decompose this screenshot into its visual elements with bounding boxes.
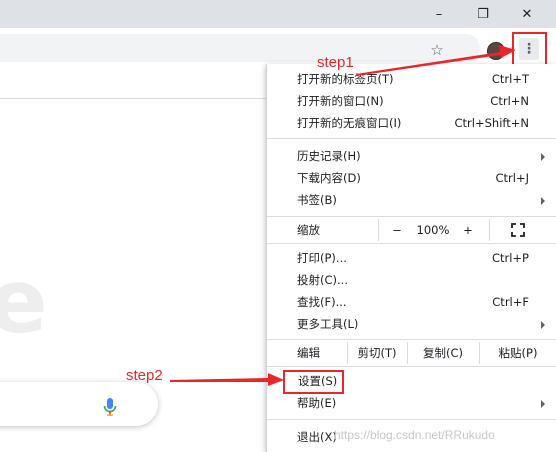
- menu-item-cast[interactable]: 投射(C)...: [297, 270, 348, 290]
- menu-item-print[interactable]: 打印(P)...: [297, 248, 347, 268]
- zoom-divider: [489, 219, 490, 241]
- browser-toolbar: ☆: [0, 28, 556, 68]
- submenu-arrow-icon: [541, 153, 545, 161]
- zoom-label: 缩放: [297, 223, 320, 237]
- menu-separator: [267, 366, 556, 367]
- menu-item-history[interactable]: 历史记录(H): [297, 146, 361, 166]
- menu-separator: [267, 419, 556, 420]
- step1-highlight-box: [512, 32, 547, 67]
- shortcut-print: Ctrl+P: [491, 251, 529, 265]
- menu-separator: [267, 243, 556, 244]
- menu-item-new-tab[interactable]: 打开新的标签页(T): [297, 69, 394, 89]
- menu-item-help[interactable]: 帮助(E): [297, 393, 336, 413]
- cut-button[interactable]: 剪切(T): [348, 342, 406, 364]
- menu-item-downloads[interactable]: 下载内容(D): [297, 168, 361, 188]
- copy-button[interactable]: 复制(C): [408, 342, 478, 364]
- address-bar[interactable]: ☆: [0, 34, 480, 62]
- shortcut-new-incognito: Ctrl+Shift+N: [454, 116, 529, 130]
- avatar[interactable]: [487, 42, 505, 60]
- menu-item-exit[interactable]: 退出(X): [297, 427, 337, 447]
- zoom-out-button[interactable]: −: [379, 219, 415, 241]
- zoom-level: 100%: [416, 223, 450, 237]
- menu-item-more-tools[interactable]: 更多工具(L): [297, 314, 358, 334]
- shortcut-downloads: Ctrl+J: [495, 171, 530, 185]
- menu-separator: [267, 138, 556, 139]
- shortcut-new-tab: Ctrl+T: [491, 72, 529, 86]
- step2-label: step2: [126, 367, 163, 384]
- minimize-button[interactable]: –: [424, 4, 454, 24]
- watermark: https://blog.csdn.net/RRukudo: [334, 428, 495, 442]
- shortcut-new-window: Ctrl+N: [490, 94, 529, 108]
- minimize-icon: –: [435, 6, 443, 22]
- edit-row: 编辑 剪切(T) 复制(C) 粘贴(P): [267, 342, 556, 364]
- zoom-in-button[interactable]: +: [453, 219, 483, 241]
- search-box[interactable]: [0, 382, 158, 426]
- edit-label: 编辑: [297, 346, 320, 360]
- menu-separator: [267, 339, 556, 340]
- menu-item-new-window[interactable]: 打开新的窗口(N): [297, 91, 384, 111]
- zoom-row: 缩放 − 100% +: [267, 219, 556, 241]
- mic-icon[interactable]: [101, 397, 119, 417]
- menu-item-find[interactable]: 查找(F)...: [297, 292, 347, 312]
- submenu-arrow-icon: [541, 321, 545, 329]
- submenu-arrow-icon: [541, 400, 545, 408]
- step1-label: step1: [317, 54, 354, 71]
- submenu-arrow-icon: [541, 197, 545, 205]
- paste-button[interactable]: 粘贴(P): [480, 342, 556, 364]
- shortcut-find: Ctrl+F: [492, 295, 529, 309]
- restore-icon: ❐: [477, 6, 489, 22]
- page-divider: [0, 98, 266, 99]
- menu-item-bookmarks[interactable]: 书签(B): [297, 190, 337, 210]
- background-logo-letter: e: [0, 250, 48, 353]
- star-icon[interactable]: ☆: [428, 41, 446, 59]
- close-window-button[interactable]: ✕: [512, 4, 542, 24]
- fullscreen-icon[interactable]: [511, 223, 525, 237]
- title-bar: – ❐ ✕: [0, 0, 556, 28]
- step2-highlight-box: [283, 370, 344, 394]
- menu-separator: [267, 216, 556, 217]
- menu-item-new-incognito[interactable]: 打开新的无痕窗口(I): [297, 113, 401, 133]
- close-icon: ✕: [521, 6, 533, 22]
- restore-button[interactable]: ❐: [468, 4, 498, 24]
